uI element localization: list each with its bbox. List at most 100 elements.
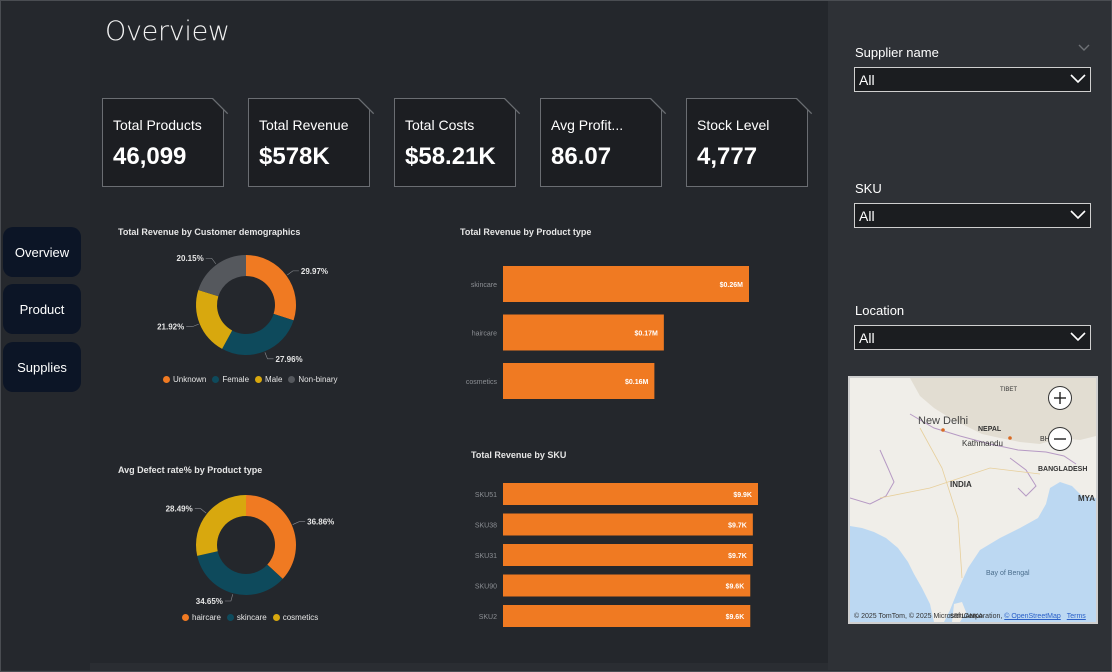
donut-chart-demographics[interactable]: 29.97% 27.96% 21.92% 20.15%: [150, 245, 350, 370]
legend-label: cosmetics: [282, 613, 319, 622]
slicer-label-supplier-name: Supplier name: [855, 45, 939, 60]
bar-chart-revenue-by-product-type[interactable]: skincare $0.26M haircare $0.17M cosmetics $0.…: [455, 258, 785, 408]
data-label: 21.92%: [157, 323, 184, 332]
data-label: $0.16M: [625, 379, 649, 386]
data-label: 29.97%: [301, 267, 328, 276]
axis-tick-label: SKU38: [475, 523, 497, 530]
chevron-down-icon: [1070, 332, 1086, 342]
donut-slice-female[interactable]: [222, 313, 294, 355]
legend-marker: [182, 614, 189, 621]
legend-label: skincare: [236, 613, 267, 622]
chart-title-revenue-by-product-type: Total Revenue by Product type: [460, 227, 592, 237]
map-label-tibet: TIBET: [1000, 387, 1018, 393]
map-label-bay-of-bengal: Bay of Bengal: [986, 570, 1030, 577]
donut-slice-cosmetics[interactable]: [196, 495, 246, 556]
kpi-value: 86.07: [551, 143, 612, 170]
bar-sku90[interactable]: [503, 574, 751, 597]
supplier-name-dropdown[interactable]: All: [854, 67, 1091, 92]
data-label-leader: [287, 270, 299, 276]
legend-item[interactable]: Female: [212, 375, 249, 384]
kpi-label: Stock Level: [697, 117, 770, 133]
donut-slice-skincare[interactable]: [197, 551, 283, 595]
data-label-leader: [194, 508, 207, 514]
dropdown-value: All: [859, 207, 875, 224]
legend-item[interactable]: Non-binary: [288, 375, 338, 384]
chart-title-defect-rate: Avg Defect rate% by Product type: [118, 465, 263, 475]
map-label-india: INDIA: [950, 480, 972, 489]
data-label: 36.86%: [307, 518, 334, 527]
bar-sku38[interactable]: [503, 513, 753, 536]
axis-tick-label: SKU2: [479, 614, 497, 621]
data-label: $9.9K: [733, 492, 752, 499]
kpi-label: Avg Profit...: [551, 117, 624, 133]
legend-label: Female: [222, 375, 250, 384]
openstreetmap-link[interactable]: © OpenStreetMap: [1004, 613, 1061, 620]
legend-marker: [255, 376, 263, 383]
axis-tick-label: skincare: [471, 282, 497, 289]
kpi-card-avg-profit: Avg Profit... 86.07: [540, 98, 662, 187]
legend-marker: [212, 376, 220, 383]
data-label: 28.49%: [166, 505, 193, 514]
legend-demographics: Unknown Female Male Non-binary: [163, 375, 338, 384]
chevron-down-icon[interactable]: [1078, 44, 1090, 52]
terms-link[interactable]: Terms: [1067, 613, 1086, 620]
donut-slice-non-binary[interactable]: [198, 255, 246, 297]
dropdown-value: All: [859, 71, 875, 88]
legend-marker: [288, 376, 296, 383]
chevron-down-icon: [1070, 210, 1086, 220]
axis-tick-label: cosmetics: [466, 379, 498, 386]
axis-tick-label: SKU90: [475, 584, 497, 591]
data-label: $9.7K: [728, 553, 747, 560]
data-label: $9.6K: [726, 584, 745, 591]
data-label: 20.15%: [177, 254, 204, 263]
kpi-card-stock-level: Stock Level 4,777: [686, 98, 808, 187]
zoom-in-button[interactable]: [1048, 386, 1072, 410]
map-base-layer: [850, 378, 1096, 622]
nav-button-overview[interactable]: Overview: [3, 227, 81, 277]
map-label-mya: MYA: [1078, 494, 1096, 503]
legend-marker: [226, 614, 234, 621]
minus-icon: [1054, 438, 1066, 440]
bar-sku51[interactable]: [503, 483, 758, 505]
bar-skincare[interactable]: [503, 266, 749, 302]
data-label-leader: [205, 257, 217, 265]
bar-chart-revenue-by-sku[interactable]: SKU51 $9.9K SKU38 $9.7K SKU31 $9.7K SKU90 $9.6K…: [455, 478, 785, 638]
map-attribution: © 2025 TomTom, © 2025 Microsoft Corporat…: [854, 613, 1086, 620]
legend-item[interactable]: Unknown: [163, 375, 206, 384]
dropdown-value: All: [859, 329, 875, 346]
data-label-leader: [292, 521, 306, 525]
donut-slice-unknown[interactable]: [246, 255, 296, 321]
donut-chart-defect-rate[interactable]: 36.86% 34.65% 28.49%: [150, 485, 350, 610]
legend-item[interactable]: Male: [255, 375, 282, 384]
legend-item[interactable]: cosmetics: [272, 613, 319, 622]
nav-button-product[interactable]: Product: [3, 284, 81, 334]
nav-button-supplies[interactable]: Supplies: [3, 342, 81, 392]
data-label: $0.26M: [720, 282, 744, 289]
data-label: $9.7K: [728, 523, 747, 530]
kpi-value: $58.21K: [405, 143, 496, 170]
left-navigation-rail: [1, 1, 90, 670]
legend-defect-rate: haircare skincare cosmetics: [182, 613, 318, 622]
bar-sku31[interactable]: [503, 544, 753, 566]
legend-marker: [272, 614, 280, 621]
axis-tick-label: haircare: [472, 331, 497, 338]
axis-tick-label: SKU31: [475, 553, 497, 560]
donut-slice-haircare[interactable]: [246, 495, 296, 579]
location-dropdown[interactable]: All: [854, 325, 1091, 350]
legend-item[interactable]: haircare: [182, 613, 221, 622]
data-label: $0.17M: [634, 331, 658, 338]
location-map[interactable]: TIBET New Delhi NEPAL Kathmandu BANGLADE…: [848, 376, 1098, 624]
bar-sku2[interactable]: [503, 605, 751, 627]
kpi-card-total-revenue: Total Revenue $578K: [248, 98, 370, 187]
map-label-new-delhi: New Delhi: [918, 415, 969, 427]
kpi-value: 46,099: [113, 143, 187, 170]
legend-item[interactable]: skincare: [226, 613, 267, 622]
slicer-label-sku: SKU: [855, 181, 882, 196]
donut-slice-male[interactable]: [196, 289, 233, 349]
data-label: 34.65%: [196, 597, 223, 606]
zoom-out-button[interactable]: [1048, 427, 1072, 451]
map-label-bangladesh: BANGLADESH: [1038, 466, 1088, 473]
data-label: 27.96%: [276, 355, 303, 364]
kpi-label: Total Products: [113, 117, 202, 133]
sku-dropdown[interactable]: All: [854, 203, 1091, 228]
